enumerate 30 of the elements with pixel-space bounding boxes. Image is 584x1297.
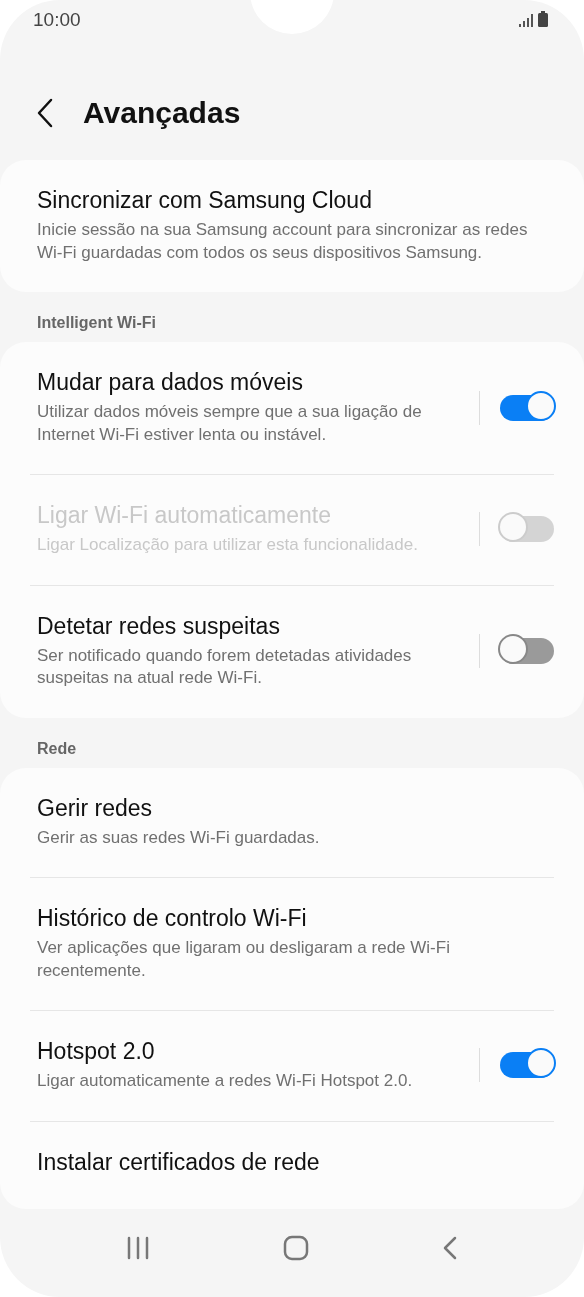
item-title: Mudar para dados móveis — [37, 369, 304, 396]
back-icon[interactable] — [37, 98, 53, 128]
item-title: Detetar redes suspeitas — [37, 612, 281, 640]
item-title: Gerir redes — [37, 794, 154, 822]
settings-item[interactable]: Sincronizar com Samsung Cloud Inicie sessão na sua Samsung account para sincronizar as redes Wi-Fi guardadas com todos os seus dispositivos Samsung. — [30, 160, 554, 292]
item-description: Ligar automaticamente a redes Wi-Fi Hotspot 2.0. — [37, 1070, 414, 1092]
item-description: Inicie sessão na sua Samsung account para sincronizar as redes Wi-Fi guardadas com todos os seus dispositivos Samsung. — [37, 219, 529, 264]
page-title: Avançadas — [83, 96, 241, 130]
battery-icon — [538, 11, 548, 27]
item-title: Instalar certificados de rede — [37, 1148, 321, 1176]
settings-item[interactable]: Instalar certificados de rede — [30, 1121, 554, 1209]
section-label: Rede — [36, 738, 78, 759]
settings-item[interactable]: Detetar redes suspeitas Ser notificado quando forem detetadas atividades suspeitas na atual rede Wi-Fi. — [30, 585, 554, 718]
home-icon[interactable] — [283, 1235, 309, 1261]
settings-item[interactable]: Mudar para dados móveis Utilizar dados móveis sempre que a sua ligação de Internet Wi-Fi estiver lenta ou instável. — [30, 342, 554, 474]
item-title: Sincronizar com Samsung Cloud — [37, 187, 373, 214]
item-description: Ver aplicações que ligaram ou desligaram a rede Wi-Fi recentemente. — [37, 937, 451, 982]
settings-item[interactable]: Hotspot 2.0 Ligar automaticamente a redes Wi-Fi Hotspot 2.0. — [30, 1011, 554, 1121]
item-description: Gerir as suas redes Wi-Fi guardadas. — [37, 826, 321, 849]
status-time: 10:00 — [33, 9, 81, 31]
item-title: Hotspot 2.0 — [37, 1038, 156, 1065]
item-title: Histórico de controlo Wi-Fi — [37, 905, 308, 932]
item-description: Utilizar dados móveis sempre que a sua ligação de Internet Wi-Fi estiver lenta ou instável. — [37, 401, 423, 446]
section-label: Intelligent Wi-Fi — [36, 313, 157, 333]
settings-item[interactable]: Gerir redes Gerir as suas redes Wi-Fi guardadas. — [30, 767, 554, 877]
settings-item[interactable]: Histórico de controlo Wi-Fi Ver aplicações que ligaram ou desligaram a rede Wi-Fi recentemente. — [30, 878, 554, 1010]
signal-icon — [519, 14, 533, 27]
recent-apps-icon[interactable] — [127, 1236, 149, 1260]
toggle-switch[interactable] — [500, 394, 554, 421]
item-description: Ser notificado quando forem detetadas atividades suspeitas na atual rede Wi-Fi. — [37, 644, 413, 689]
